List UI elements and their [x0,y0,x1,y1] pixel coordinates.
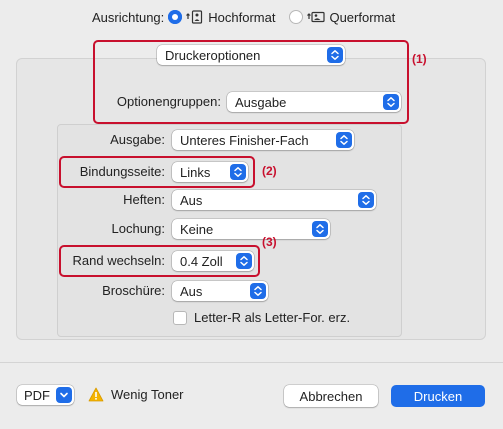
landscape-radio[interactable] [289,10,304,24]
orientation-label: Ausrichtung: [92,9,165,25]
staple-value: Aus [180,192,203,208]
footer-divider [0,362,503,363]
low-toner-status: Wenig Toner [111,387,184,402]
punch-popup[interactable]: Keine [172,219,330,239]
letter-r-checkbox[interactable] [173,311,187,325]
output-label: Ausgabe: [110,132,165,147]
annotation-label-1: (1) [412,52,427,66]
landscape-orientation-icon [307,10,326,24]
annotation-label-3: (3) [262,235,277,249]
portrait-orientation-icon [186,10,204,24]
booklet-value: Aus [180,283,203,299]
portrait-label[interactable]: Hochformat [208,10,275,25]
annotation-box-1 [93,40,409,124]
output-popup[interactable]: Unteres Finisher-Fach [172,130,354,150]
annotation-label-2: (2) [262,164,277,178]
staple-popup[interactable]: Aus [172,190,376,210]
booklet-label: Broschüre: [102,283,165,298]
staple-label: Heften: [123,192,165,207]
annotation-box-2 [59,156,255,188]
landscape-label[interactable]: Querformat [329,10,395,25]
pdf-menu-button[interactable]: PDF [17,385,74,405]
pdf-label: PDF [24,387,50,403]
chevron-down-icon [56,387,72,403]
chevron-updown-icon [312,221,328,237]
orientation-row: Ausrichtung: Hochformat Querformat [92,8,395,26]
punch-value: Keine [180,221,214,237]
warning-icon [88,387,104,402]
portrait-radio[interactable] [168,10,183,24]
cancel-button[interactable]: Abbrechen [284,385,378,407]
punch-label: Lochung: [111,221,166,236]
print-button[interactable]: Drucken [391,385,485,407]
chevron-updown-icon [336,132,352,148]
letter-r-checkbox-label[interactable]: Letter-R als Letter-For. erz. [194,310,350,325]
booklet-popup[interactable]: Aus [172,281,268,301]
output-value: Unteres Finisher-Fach [180,132,309,148]
annotation-box-3 [59,245,260,277]
chevron-updown-icon [358,192,374,208]
chevron-updown-icon [250,283,266,299]
